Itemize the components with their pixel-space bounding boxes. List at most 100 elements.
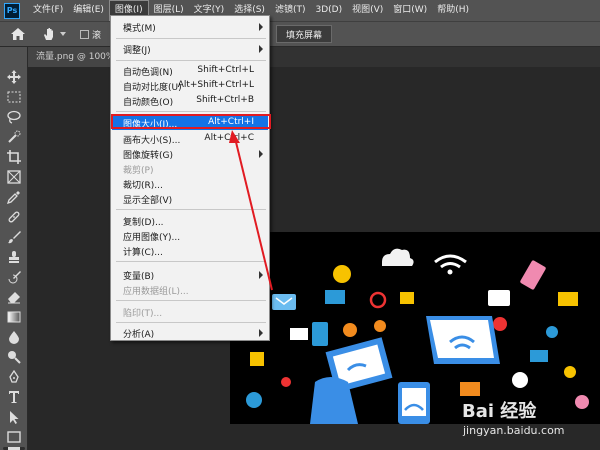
home-icon[interactable]	[10, 27, 26, 41]
menu-filter[interactable]: 滤镜(T)	[270, 0, 311, 21]
path-selection-tool[interactable]	[6, 409, 22, 425]
eraser-tool[interactable]	[6, 289, 22, 305]
rectangle-icon	[7, 431, 21, 443]
brush-tool[interactable]	[6, 229, 22, 245]
menu-item-image-rotation[interactable]: 图像旋转(G)	[112, 146, 268, 161]
menu-view[interactable]: 视图(V)	[347, 0, 388, 21]
healing-brush-tool[interactable]	[6, 209, 22, 225]
crop-tool[interactable]	[6, 149, 22, 165]
blur-tool[interactable]	[6, 329, 22, 345]
menu-item-label: 调整(J)	[123, 46, 151, 56]
canvas-image[interactable]	[230, 232, 600, 424]
watermark-url: jingyan.baidu.com	[463, 424, 565, 437]
lasso-tool[interactable]	[6, 109, 22, 125]
submenu-arrow-icon	[259, 23, 263, 31]
quick-select-tool[interactable]	[6, 129, 22, 145]
menu-item-label: 计算(C)...	[123, 248, 163, 258]
image-menu-dropdown: 模式(M) 调整(J) 自动色调(N) Shift+Ctrl+L 自动对比度(U…	[110, 15, 270, 341]
technology-illustration	[230, 232, 600, 424]
menu-help[interactable]: 帮助(H)	[432, 0, 474, 21]
preset-dropdown-icon[interactable]	[60, 32, 66, 36]
menu-item-label: 自动色调(N)	[123, 68, 173, 78]
eraser-icon	[8, 292, 20, 304]
options-bar: 滚 填充屏幕	[0, 21, 600, 47]
baidu-jingyan-logo: Bai 经验	[462, 400, 537, 422]
menu-item-auto-tone[interactable]: 自动色调(N) Shift+Ctrl+L	[112, 63, 268, 78]
healing-icon	[8, 211, 20, 223]
photoshop-logo-icon[interactable]: Ps	[4, 2, 20, 19]
submenu-arrow-icon	[259, 45, 263, 53]
menu-item-label: 复制(D)...	[123, 218, 164, 228]
pen-icon	[9, 370, 19, 383]
menubar: Ps 文件(F) 编辑(E) 图像(I) 图层(L) 文字(Y) 选择(S) 滤…	[0, 0, 600, 21]
quick-select-icon	[8, 130, 21, 143]
gradient-icon	[7, 311, 21, 323]
scroll-all-windows-checkbox[interactable]	[80, 30, 89, 39]
path-select-icon	[10, 411, 19, 424]
marquee-tool[interactable]	[6, 89, 22, 105]
menu-item-label: 显示全部(V)	[123, 196, 173, 206]
menu-item-adjustments[interactable]: 调整(J)	[112, 41, 268, 56]
menu-item-auto-color[interactable]: 自动颜色(O) Shift+Ctrl+B	[112, 93, 268, 108]
menu-item-label: 画布大小(S)...	[123, 136, 181, 146]
menu-separator	[116, 111, 266, 112]
clone-stamp-tool[interactable]	[6, 249, 22, 265]
menu-item-canvas-size[interactable]: 画布大小(S)... Alt+Ctrl+C	[112, 131, 268, 146]
eyedropper-tool[interactable]	[6, 189, 22, 205]
dodge-tool[interactable]	[6, 349, 22, 365]
menu-item-label: 图像旋转(G)	[123, 151, 173, 161]
move-tool[interactable]	[6, 69, 22, 85]
frame-icon	[7, 170, 21, 184]
menu-item-variables[interactable]: 变量(B)	[112, 267, 268, 282]
type-icon	[9, 391, 19, 403]
menu-item-shortcut: Shift+Ctrl+B	[196, 95, 254, 105]
menu-item-auto-contrast[interactable]: 自动对比度(U) Alt+Shift+Ctrl+L	[112, 78, 268, 93]
menu-item-trim[interactable]: 裁切(R)...	[112, 176, 268, 191]
menu-separator	[116, 261, 266, 262]
menu-item-label: 陷印(T)...	[123, 309, 163, 319]
pen-tool[interactable]	[6, 369, 22, 385]
menu-separator	[116, 60, 266, 61]
menu-item-shortcut: Alt+Shift+Ctrl+L	[177, 80, 254, 90]
menu-item-label: 模式(M)	[123, 24, 156, 34]
crop-icon	[7, 150, 21, 164]
submenu-arrow-icon	[259, 329, 263, 337]
type-tool[interactable]	[6, 389, 22, 405]
frame-tool[interactable]	[6, 169, 22, 185]
menu-3d[interactable]: 3D(D)	[310, 0, 347, 21]
blur-icon	[9, 331, 19, 344]
menu-item-calculations[interactable]: 计算(C)...	[112, 243, 268, 258]
menu-item-label: 裁剪(P)	[123, 166, 154, 176]
menu-separator	[116, 38, 266, 39]
menu-separator	[116, 209, 266, 210]
menu-edit[interactable]: 编辑(E)	[68, 0, 109, 21]
menu-separator	[116, 300, 266, 301]
watermark-brand: Bai 经验	[462, 400, 537, 422]
menu-item-crop: 裁剪(P)	[112, 161, 268, 176]
fill-screen-button[interactable]: 填充屏幕	[276, 25, 332, 43]
rectangle-tool[interactable]	[6, 429, 22, 445]
menu-item-label: 自动对比度(U)	[123, 83, 182, 93]
gradient-tool[interactable]	[6, 309, 22, 325]
history-brush-tool[interactable]	[6, 269, 22, 285]
menu-item-reveal-all[interactable]: 显示全部(V)	[112, 191, 268, 206]
menu-item-mode[interactable]: 模式(M)	[112, 19, 268, 34]
annotation-highlight-box	[111, 114, 271, 129]
menu-item-apply-image[interactable]: 应用图像(Y)...	[112, 228, 268, 243]
menu-item-trap: 陷印(T)...	[112, 304, 268, 319]
lasso-icon	[7, 110, 21, 124]
menu-item-label: 应用图像(Y)...	[123, 233, 181, 243]
submenu-arrow-icon	[259, 150, 263, 158]
stamp-icon	[9, 251, 19, 263]
menu-item-label: 应用数据组(L)...	[123, 287, 189, 297]
menu-item-analysis[interactable]: 分析(A)	[112, 325, 268, 340]
menu-window[interactable]: 窗口(W)	[388, 0, 432, 21]
menu-item-apply-data-set: 应用数据组(L)...	[112, 282, 268, 297]
menu-item-duplicate[interactable]: 复制(D)...	[112, 213, 268, 228]
hand-tool-preset-icon[interactable]	[42, 27, 56, 41]
menu-file[interactable]: 文件(F)	[28, 0, 68, 21]
submenu-arrow-icon	[259, 271, 263, 279]
menu-separator	[116, 322, 266, 323]
tools-panel	[0, 47, 28, 450]
menu-item-shortcut: Alt+Ctrl+C	[204, 133, 254, 143]
